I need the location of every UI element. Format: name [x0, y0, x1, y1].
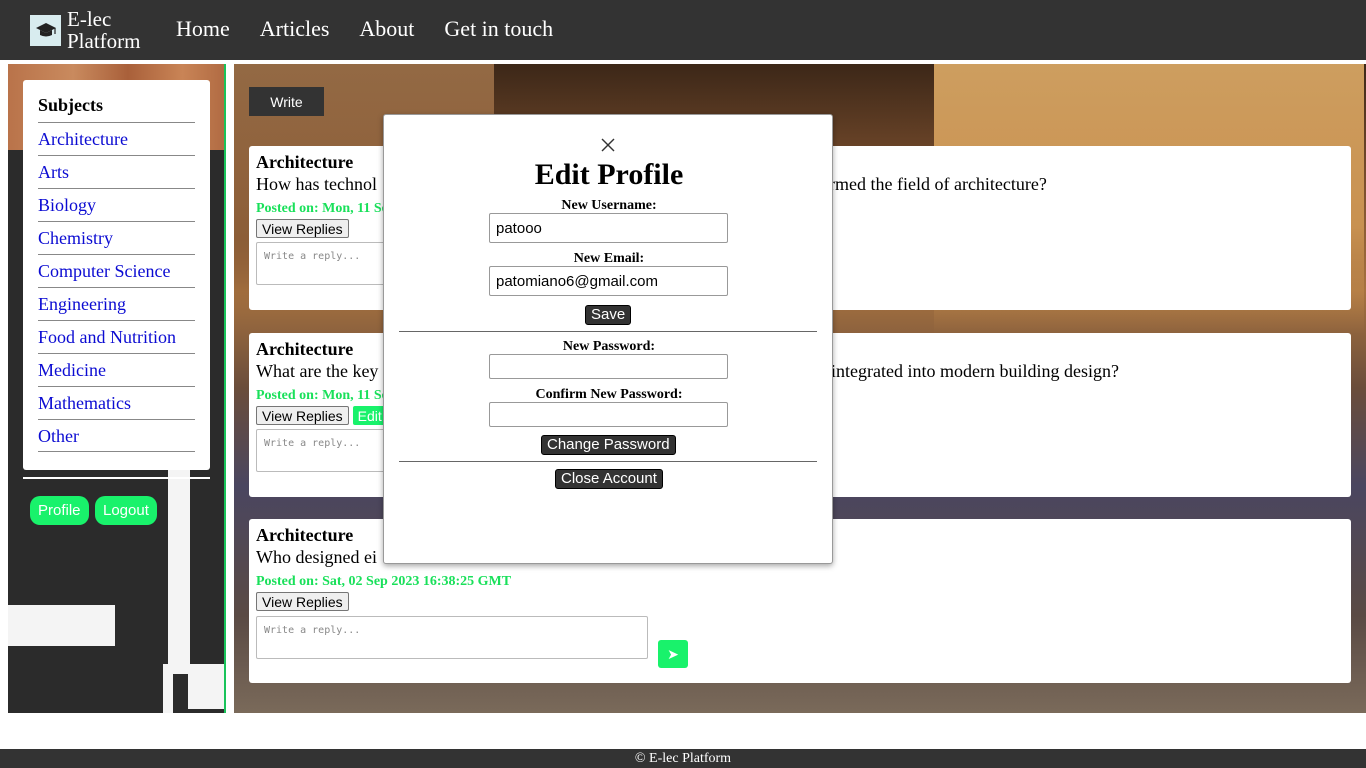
- view-replies-button[interactable]: View Replies: [256, 406, 349, 425]
- graduation-cap-icon: [30, 14, 61, 46]
- subject-link-other[interactable]: Other: [38, 419, 195, 452]
- edit-post-button[interactable]: Edit: [352, 406, 387, 425]
- username-input[interactable]: [489, 213, 728, 243]
- profile-button[interactable]: Profile: [30, 496, 89, 525]
- view-replies-button[interactable]: View Replies: [256, 592, 349, 611]
- sidebar-decoration: [188, 664, 224, 709]
- change-password-button[interactable]: Change Password: [541, 435, 676, 455]
- save-button[interactable]: Save: [585, 305, 632, 325]
- close-account-button[interactable]: Close Account: [555, 469, 663, 489]
- email-label: New Email:: [573, 251, 645, 266]
- post-question-end: rmed the field of architecture?: [829, 174, 1047, 194]
- post-question-end: integrated into modern building design?: [831, 361, 1119, 381]
- post-date: Posted on: Sat, 02 Sep 2023 16:38:25 GMT: [256, 574, 512, 589]
- brand[interactable]: E-lec Platform: [30, 8, 157, 52]
- top-navbar: E-lec Platform Home Articles About Get i…: [0, 0, 1366, 60]
- subject-link-food-and-nutrition[interactable]: Food and Nutrition: [38, 320, 195, 353]
- subject-link-computer-science[interactable]: Computer Science: [38, 254, 195, 287]
- write-button[interactable]: Write: [249, 87, 324, 116]
- subject-link-chemistry[interactable]: Chemistry: [38, 221, 195, 254]
- nav-home[interactable]: Home: [176, 16, 230, 42]
- subjects-card: Subjects Architecture Arts Biology Chemi…: [23, 80, 210, 470]
- brand-name-line2: Platform: [67, 29, 141, 53]
- sidebar-decoration: [168, 464, 190, 674]
- footer: © E-lec Platform: [0, 749, 1366, 768]
- subjects-title: Subjects: [38, 95, 104, 115]
- subject-link-arts[interactable]: Arts: [38, 155, 195, 188]
- post-question-start: How has technol: [256, 174, 377, 194]
- nav-about[interactable]: About: [359, 16, 414, 42]
- brand-name-line1: E-lec: [67, 7, 112, 31]
- subject-link-mathematics[interactable]: Mathematics: [38, 386, 195, 419]
- post-question-start: What are the key: [256, 361, 379, 381]
- username-label: New Username:: [561, 198, 657, 213]
- nav-get-in-touch[interactable]: Get in touch: [444, 16, 553, 42]
- modal-divider: [399, 331, 817, 332]
- modal-title: Edit Profile: [534, 158, 684, 191]
- modal-divider: [399, 461, 817, 462]
- close-icon[interactable]: [600, 137, 616, 153]
- nav-articles[interactable]: Articles: [260, 16, 330, 42]
- edit-profile-modal: Edit Profile New Username: New Email: Sa…: [383, 114, 833, 564]
- new-password-input[interactable]: [489, 354, 728, 379]
- send-arrow-icon: ➤: [667, 645, 679, 662]
- subject-link-medicine[interactable]: Medicine: [38, 353, 195, 386]
- logout-button[interactable]: Logout: [95, 496, 157, 525]
- nav-links: Home Articles About Get in touch: [176, 16, 553, 42]
- subject-link-architecture[interactable]: Architecture: [38, 122, 195, 155]
- subject-link-engineering[interactable]: Engineering: [38, 287, 195, 320]
- brand-name: E-lec Platform: [67, 8, 157, 52]
- sidebar-decoration: [8, 605, 115, 646]
- subject-link-biology[interactable]: Biology: [38, 188, 195, 221]
- sidebar-decoration: [163, 664, 173, 713]
- reply-input[interactable]: Write a reply...: [256, 616, 648, 659]
- sidebar-divider: [23, 477, 210, 479]
- password-label: New Password:: [562, 339, 656, 354]
- send-reply-button[interactable]: ➤: [658, 640, 688, 668]
- view-replies-button[interactable]: View Replies: [256, 219, 349, 238]
- confirm-password-label: Confirm New Password:: [535, 387, 683, 402]
- email-input[interactable]: [489, 266, 728, 296]
- confirm-password-input[interactable]: [489, 402, 728, 427]
